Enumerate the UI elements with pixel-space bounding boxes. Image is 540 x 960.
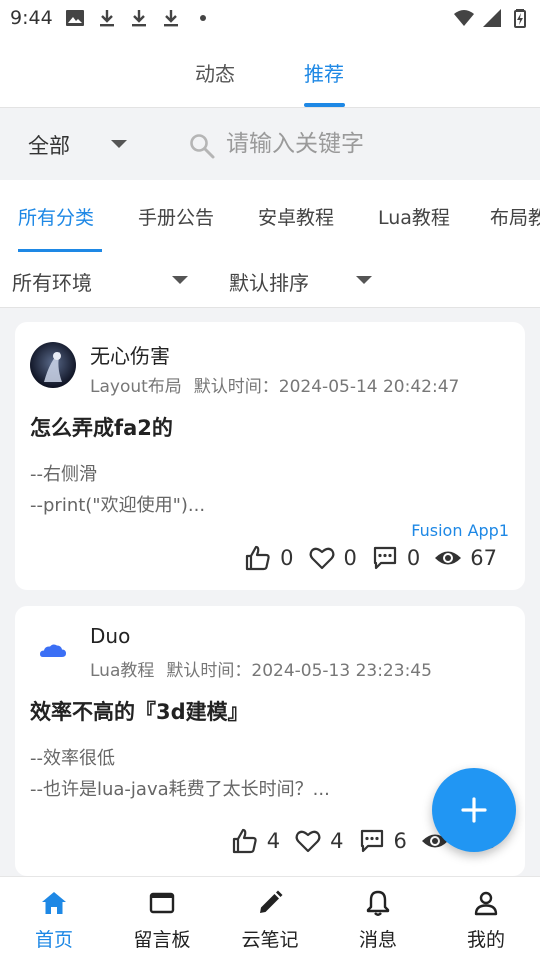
post-category: Layout布局 [90, 377, 182, 397]
category-layout[interactable]: 布局教程 [490, 203, 540, 230]
comment-count: 6 [393, 829, 407, 853]
bottom-navigation: 首页 留言板 云笔记 消息 我的 [0, 876, 540, 960]
filter-dropdown[interactable]: 全部 [28, 130, 70, 160]
download-icon [163, 10, 178, 27]
pencil-icon [260, 890, 283, 913]
post-card[interactable]: 无心伤害 Layout布局 默认时间：2024-05-14 20:42:47 怎么… [15, 322, 525, 590]
nav-cloud-notes[interactable]: 云笔记 [216, 877, 324, 960]
post-title: 怎么弄成fa2的 [30, 416, 173, 440]
status-bar: 9:44 [0, 0, 540, 36]
top-tab-bar: 动态 推荐 [0, 36, 540, 108]
chevron-down-icon[interactable] [111, 140, 127, 148]
post-category: Lua教程 [90, 661, 155, 681]
category-manual[interactable]: 手册公告 [138, 203, 214, 230]
post-meta: Layout布局 默认时间：2024-05-14 20:42:47 [90, 372, 459, 397]
category-all[interactable]: 所有分类 [18, 203, 94, 230]
comment-button[interactable]: 0 [371, 544, 420, 572]
nav-profile[interactable]: 我的 [432, 877, 540, 960]
home-icon [42, 892, 66, 914]
nav-label: 首页 [34, 929, 73, 951]
tab-indicator [304, 103, 345, 107]
avatar[interactable] [30, 626, 76, 672]
comment-count: 0 [406, 546, 421, 570]
post-excerpt: --右侧滑 --print("欢迎使用")... [30, 464, 206, 516]
chevron-down-icon[interactable] [356, 276, 372, 284]
comment-icon [360, 829, 383, 853]
nav-notifications[interactable]: 消息 [324, 877, 432, 960]
eye-icon [435, 551, 462, 565]
thumb-up-icon [232, 828, 257, 854]
post-excerpt: --效率很低 --也许是lua-java耗费了太长时间？... [30, 748, 330, 800]
search-input[interactable] [226, 126, 526, 162]
favorite-button[interactable]: 0 [308, 544, 357, 572]
battery-icon [514, 9, 526, 28]
filter-row: 所有环境 默认排序 [0, 252, 540, 308]
like-count: 4 [266, 829, 281, 853]
like-button[interactable]: 4 [231, 827, 280, 855]
favorite-count: 4 [330, 829, 344, 853]
post-stats: 0 0 0 67 [244, 544, 497, 572]
environment-dropdown[interactable]: 所有环境 [12, 267, 92, 296]
sort-dropdown[interactable]: 默认排序 [229, 267, 309, 296]
nav-home[interactable]: 首页 [0, 877, 108, 960]
bell-icon [366, 890, 390, 916]
comment-icon [373, 546, 396, 570]
download-icon [131, 10, 146, 27]
nav-label: 云笔记 [241, 929, 299, 951]
category-android[interactable]: 安卓教程 [258, 203, 334, 230]
nav-label: 我的 [466, 929, 505, 951]
nav-label: 留言板 [133, 929, 191, 951]
nav-label: 消息 [358, 929, 397, 951]
person-icon [474, 891, 498, 916]
search-bar: 全部 [0, 108, 540, 180]
add-post-button[interactable] [432, 768, 516, 852]
image-notification-icon [65, 10, 84, 26]
status-time: 9:44 [10, 7, 53, 29]
heart-icon [295, 830, 321, 853]
post-time: 默认时间：2024-05-14 20:42:47 [193, 377, 460, 397]
category-tab-bar: 所有分类 手册公告 安卓教程 Lua教程 布局教程 [0, 180, 540, 252]
favorite-button[interactable]: 4 [294, 827, 344, 855]
tab-dynamic[interactable]: 动态 [195, 58, 235, 87]
plus-icon [461, 797, 487, 823]
author-name[interactable]: Duo [90, 624, 130, 648]
signal-icon [483, 9, 501, 27]
app-tag: Fusion App1 [411, 521, 509, 540]
post-time: 默认时间：2024-05-13 23:23:45 [166, 661, 432, 681]
like-count: 0 [280, 546, 294, 570]
download-icon [99, 10, 114, 27]
author-name[interactable]: 无心伤害 [90, 340, 170, 369]
wifi-icon [454, 10, 474, 26]
avatar[interactable] [30, 342, 76, 388]
view-count: 67 [470, 546, 497, 570]
like-button[interactable]: 0 [244, 544, 294, 572]
post-meta: Lua教程 默认时间：2024-05-13 23:23:45 [90, 656, 432, 681]
comment-button[interactable]: 6 [358, 827, 407, 855]
heart-icon [309, 547, 334, 570]
category-lua[interactable]: Lua教程 [378, 203, 450, 230]
board-icon [149, 892, 175, 914]
views-stat: 67 [434, 544, 497, 572]
nav-message-board[interactable]: 留言板 [108, 877, 216, 960]
dot-icon [199, 15, 206, 21]
chevron-down-icon[interactable] [172, 276, 188, 284]
search-icon [190, 134, 215, 159]
post-title: 效率不高的『3d建模』 [30, 700, 249, 724]
favorite-count: 0 [343, 546, 357, 570]
thumb-up-icon [246, 545, 270, 571]
tab-recommended[interactable]: 推荐 [304, 58, 344, 87]
